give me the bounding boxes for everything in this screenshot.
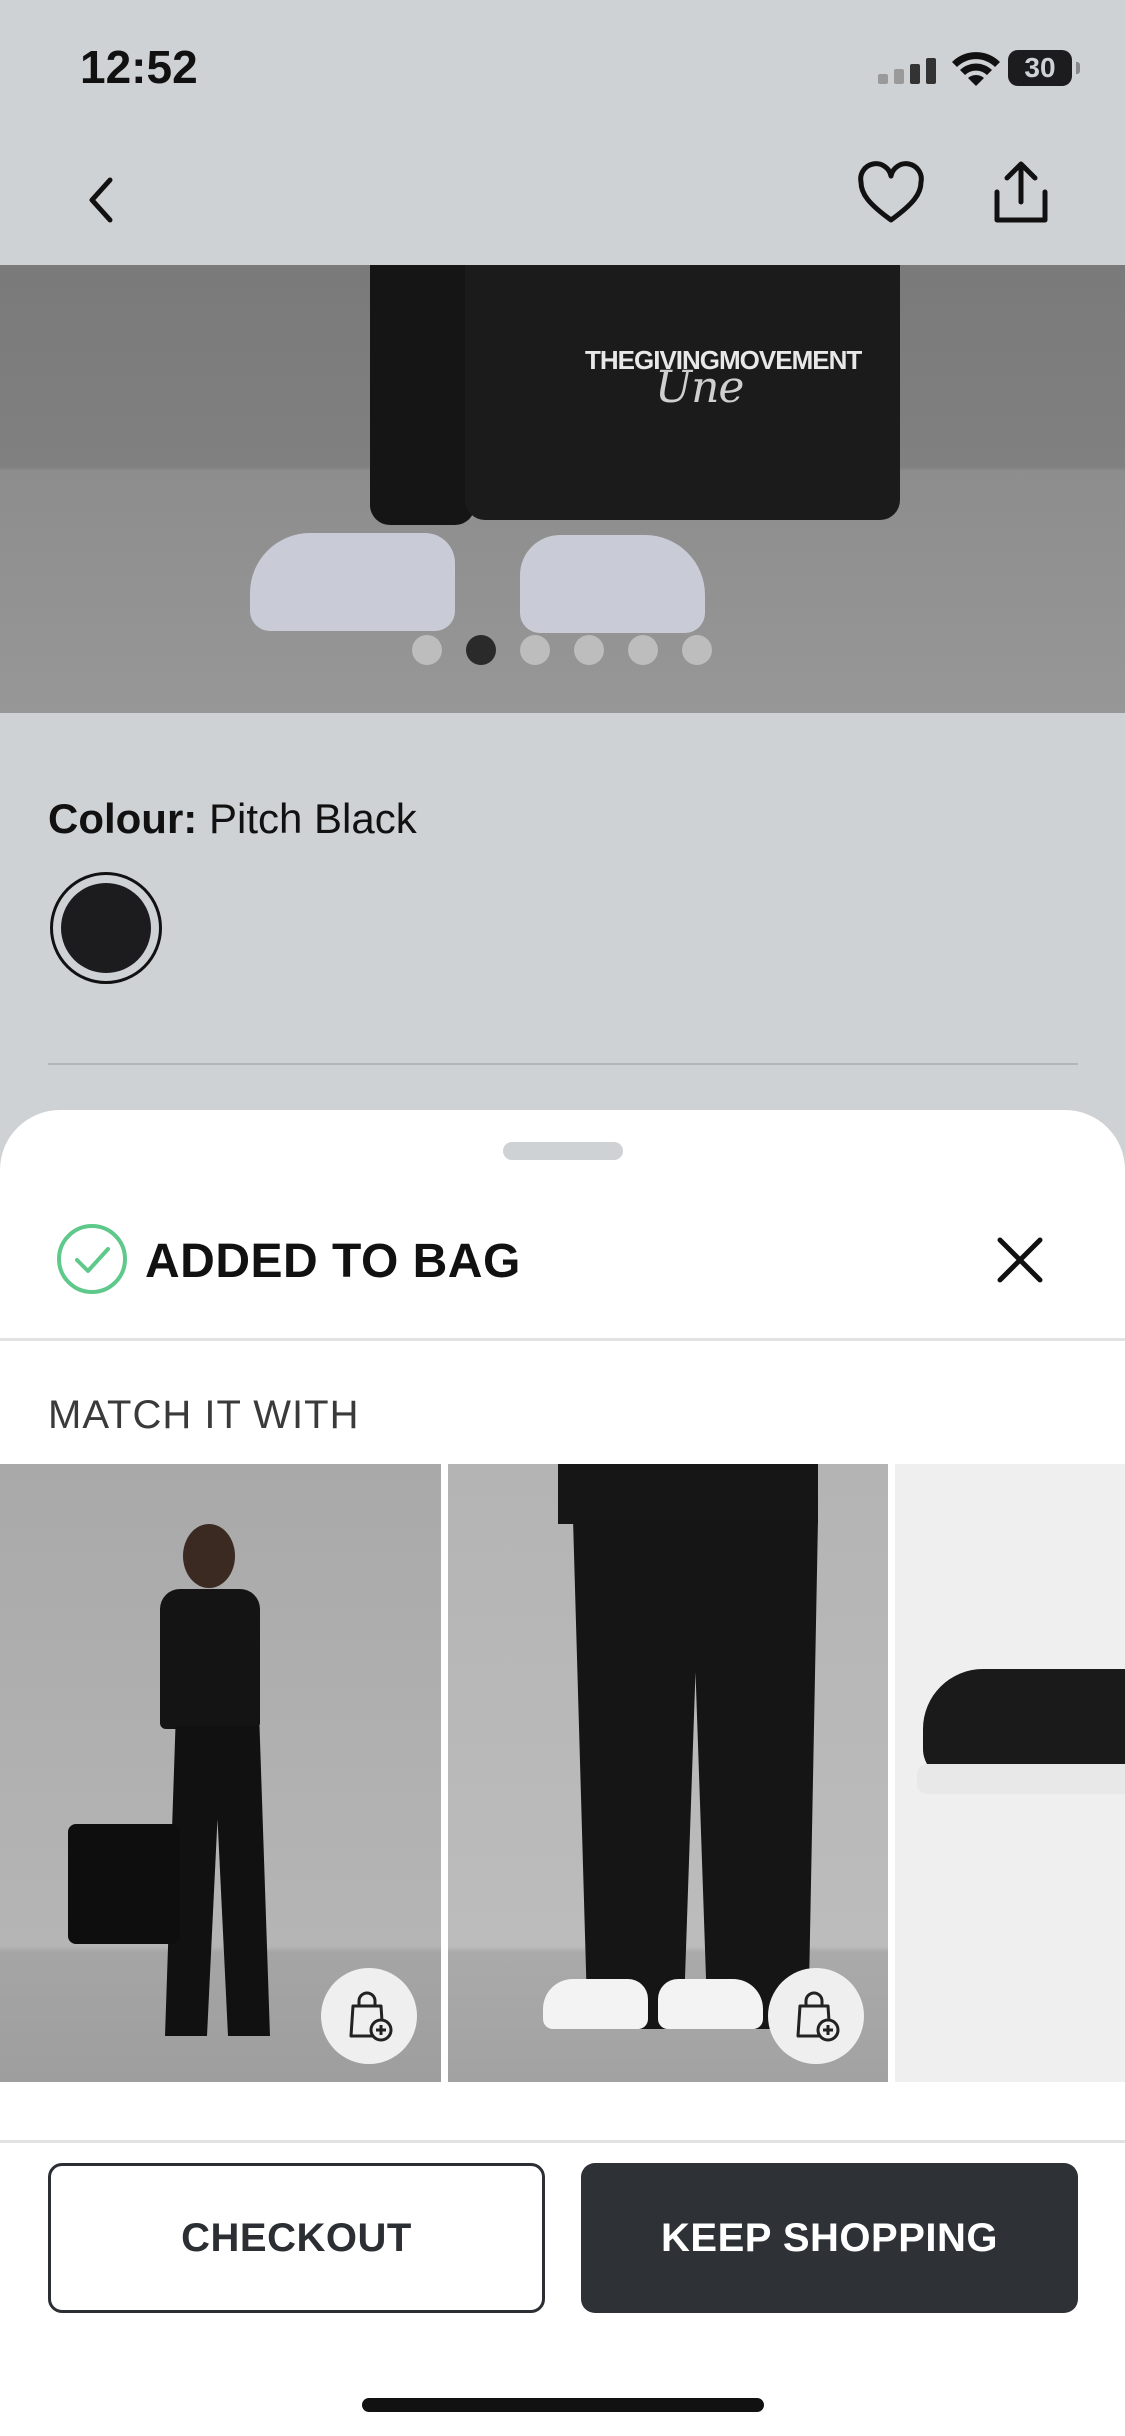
colour-label-key: Colour: xyxy=(48,795,198,842)
carousel-dot[interactable] xyxy=(574,635,604,665)
wifi-icon xyxy=(952,52,1000,86)
product-image xyxy=(573,1519,818,2029)
product-image xyxy=(165,1726,270,2036)
status-time: 12:52 xyxy=(80,41,198,93)
match-it-with-heading: MATCH IT WITH xyxy=(48,1393,360,1437)
back-chevron-icon[interactable] xyxy=(72,170,132,230)
product-image xyxy=(68,1824,180,1944)
nav-bar xyxy=(0,130,1125,265)
bag-add-icon xyxy=(349,1991,393,2042)
sheet-grabber[interactable] xyxy=(503,1142,623,1160)
divider xyxy=(0,1338,1125,1341)
product-image-shoe xyxy=(250,533,455,631)
carousel-pagination xyxy=(412,635,712,665)
share-icon[interactable] xyxy=(985,158,1057,230)
added-to-bag-sheet: ADDED TO BAG MATCH IT WITH CHECKOUT KEEP… xyxy=(0,1110,1125,2436)
colour-label: Colour: Pitch Black xyxy=(48,795,417,843)
carousel-dot[interactable] xyxy=(628,635,658,665)
product-image xyxy=(923,1669,1125,1779)
checkout-button[interactable]: CHECKOUT xyxy=(48,2163,545,2313)
status-bar: 12:52 30 xyxy=(0,0,1125,130)
heart-icon[interactable] xyxy=(855,158,927,230)
battery-icon: 30 xyxy=(1008,50,1080,86)
product-image-shoe xyxy=(520,535,705,633)
carousel-dot-active[interactable] xyxy=(466,635,496,665)
home-indicator[interactable] xyxy=(362,2398,764,2412)
recommendation-card[interactable] xyxy=(448,1464,888,2082)
recommendation-card[interactable] xyxy=(0,1464,441,2082)
product-brand-print: THEGIVINGMOVEMENT Une xyxy=(585,345,862,413)
product-image xyxy=(917,1764,1125,1794)
product-image xyxy=(183,1524,235,1588)
quick-add-button[interactable] xyxy=(321,1968,417,2064)
product-image-carousel[interactable]: THEGIVINGMOVEMENT Une xyxy=(0,265,1125,713)
check-circle-icon xyxy=(57,1224,127,1294)
bag-add-icon xyxy=(796,1991,840,2042)
divider xyxy=(48,1063,1078,1065)
colour-swatch-pitch-black[interactable] xyxy=(50,872,162,984)
carousel-dot[interactable] xyxy=(682,635,712,665)
recommendation-carousel[interactable] xyxy=(0,1464,1125,2082)
product-image xyxy=(543,1979,648,2029)
product-image xyxy=(160,1589,260,1729)
divider xyxy=(0,2140,1125,2143)
keep-shopping-button[interactable]: KEEP SHOPPING xyxy=(581,2163,1078,2313)
colour-label-value: Pitch Black xyxy=(208,795,417,842)
product-image xyxy=(558,1464,818,1524)
product-image-pant xyxy=(370,265,475,525)
quick-add-button[interactable] xyxy=(768,1968,864,2064)
carousel-dot[interactable] xyxy=(412,635,442,665)
cellular-signal-icon xyxy=(878,58,936,84)
close-icon[interactable] xyxy=(995,1235,1045,1285)
recommendation-card[interactable] xyxy=(895,1464,1125,2082)
sheet-title: ADDED TO BAG xyxy=(145,1235,521,1288)
carousel-dot[interactable] xyxy=(520,635,550,665)
product-image xyxy=(658,1979,763,2029)
